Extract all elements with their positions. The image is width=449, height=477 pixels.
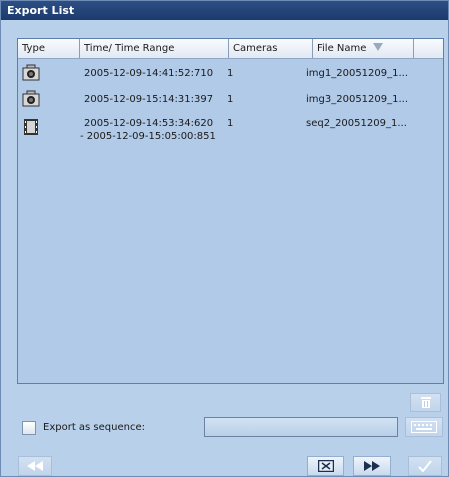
row-cameras: 1 (227, 94, 234, 105)
camera-icon (22, 64, 40, 81)
fast-forward-icon (364, 461, 380, 471)
stop-icon (317, 460, 334, 472)
column-header-spacer (414, 39, 443, 58)
keyboard-button[interactable] (405, 417, 443, 437)
trash-icon (420, 397, 431, 408)
sequence-name-input[interactable] (204, 417, 398, 437)
column-header-cameras[interactable]: Cameras (229, 39, 313, 58)
fast-forward-button[interactable] (353, 456, 391, 476)
row-time-end: - 2005-12-09-15:05:00:851 (80, 131, 216, 142)
keyboard-icon (411, 421, 437, 433)
sort-arrow-icon (373, 43, 383, 51)
row-cameras: 1 (227, 118, 234, 129)
camera-icon (22, 90, 40, 107)
column-header-time[interactable]: Time/ Time Range (80, 39, 229, 58)
row-time: 2005-12-09-15:14:31:397 (84, 94, 214, 105)
row-cameras: 1 (227, 68, 234, 79)
list-row[interactable]: 2005-12-09-14:41:52:710 1 img1_20051209_… (18, 62, 443, 86)
checkmark-icon (418, 460, 432, 472)
column-header-file-name[interactable]: File Name (313, 39, 414, 58)
delete-button[interactable] (410, 393, 441, 412)
list-header: Type Time/ Time Range Cameras File Name (18, 39, 443, 59)
row-file-name: seq2_20051209_1... (306, 118, 407, 129)
list-row[interactable]: 2005-12-09-14:53:34:620 - 2005-12-09-15:… (18, 115, 443, 145)
row-file-name: img3_20051209_1... (306, 94, 409, 105)
list-row[interactable]: 2005-12-09-15:14:31:397 1 img3_20051209_… (18, 88, 443, 112)
row-file-name: img1_20051209_1... (306, 68, 409, 79)
film-icon (24, 119, 38, 135)
rewind-button[interactable] (18, 456, 52, 476)
confirm-button[interactable] (408, 456, 442, 476)
row-time: 2005-12-09-14:53:34:620 (84, 118, 214, 129)
column-header-file-name-label: File Name (317, 43, 367, 54)
rewind-icon (27, 461, 43, 471)
window-title: Export List (1, 1, 448, 20)
row-time: 2005-12-09-14:41:52:710 (84, 68, 214, 79)
stop-button[interactable] (307, 456, 344, 476)
column-header-type[interactable]: Type (18, 39, 80, 58)
export-as-sequence-label: Export as sequence: (43, 422, 145, 433)
export-as-sequence-checkbox[interactable] (22, 421, 36, 435)
export-list[interactable]: Type Time/ Time Range Cameras File Name … (17, 38, 444, 384)
export-list-window: Export List Type Time/ Time Range Camera… (0, 0, 449, 477)
